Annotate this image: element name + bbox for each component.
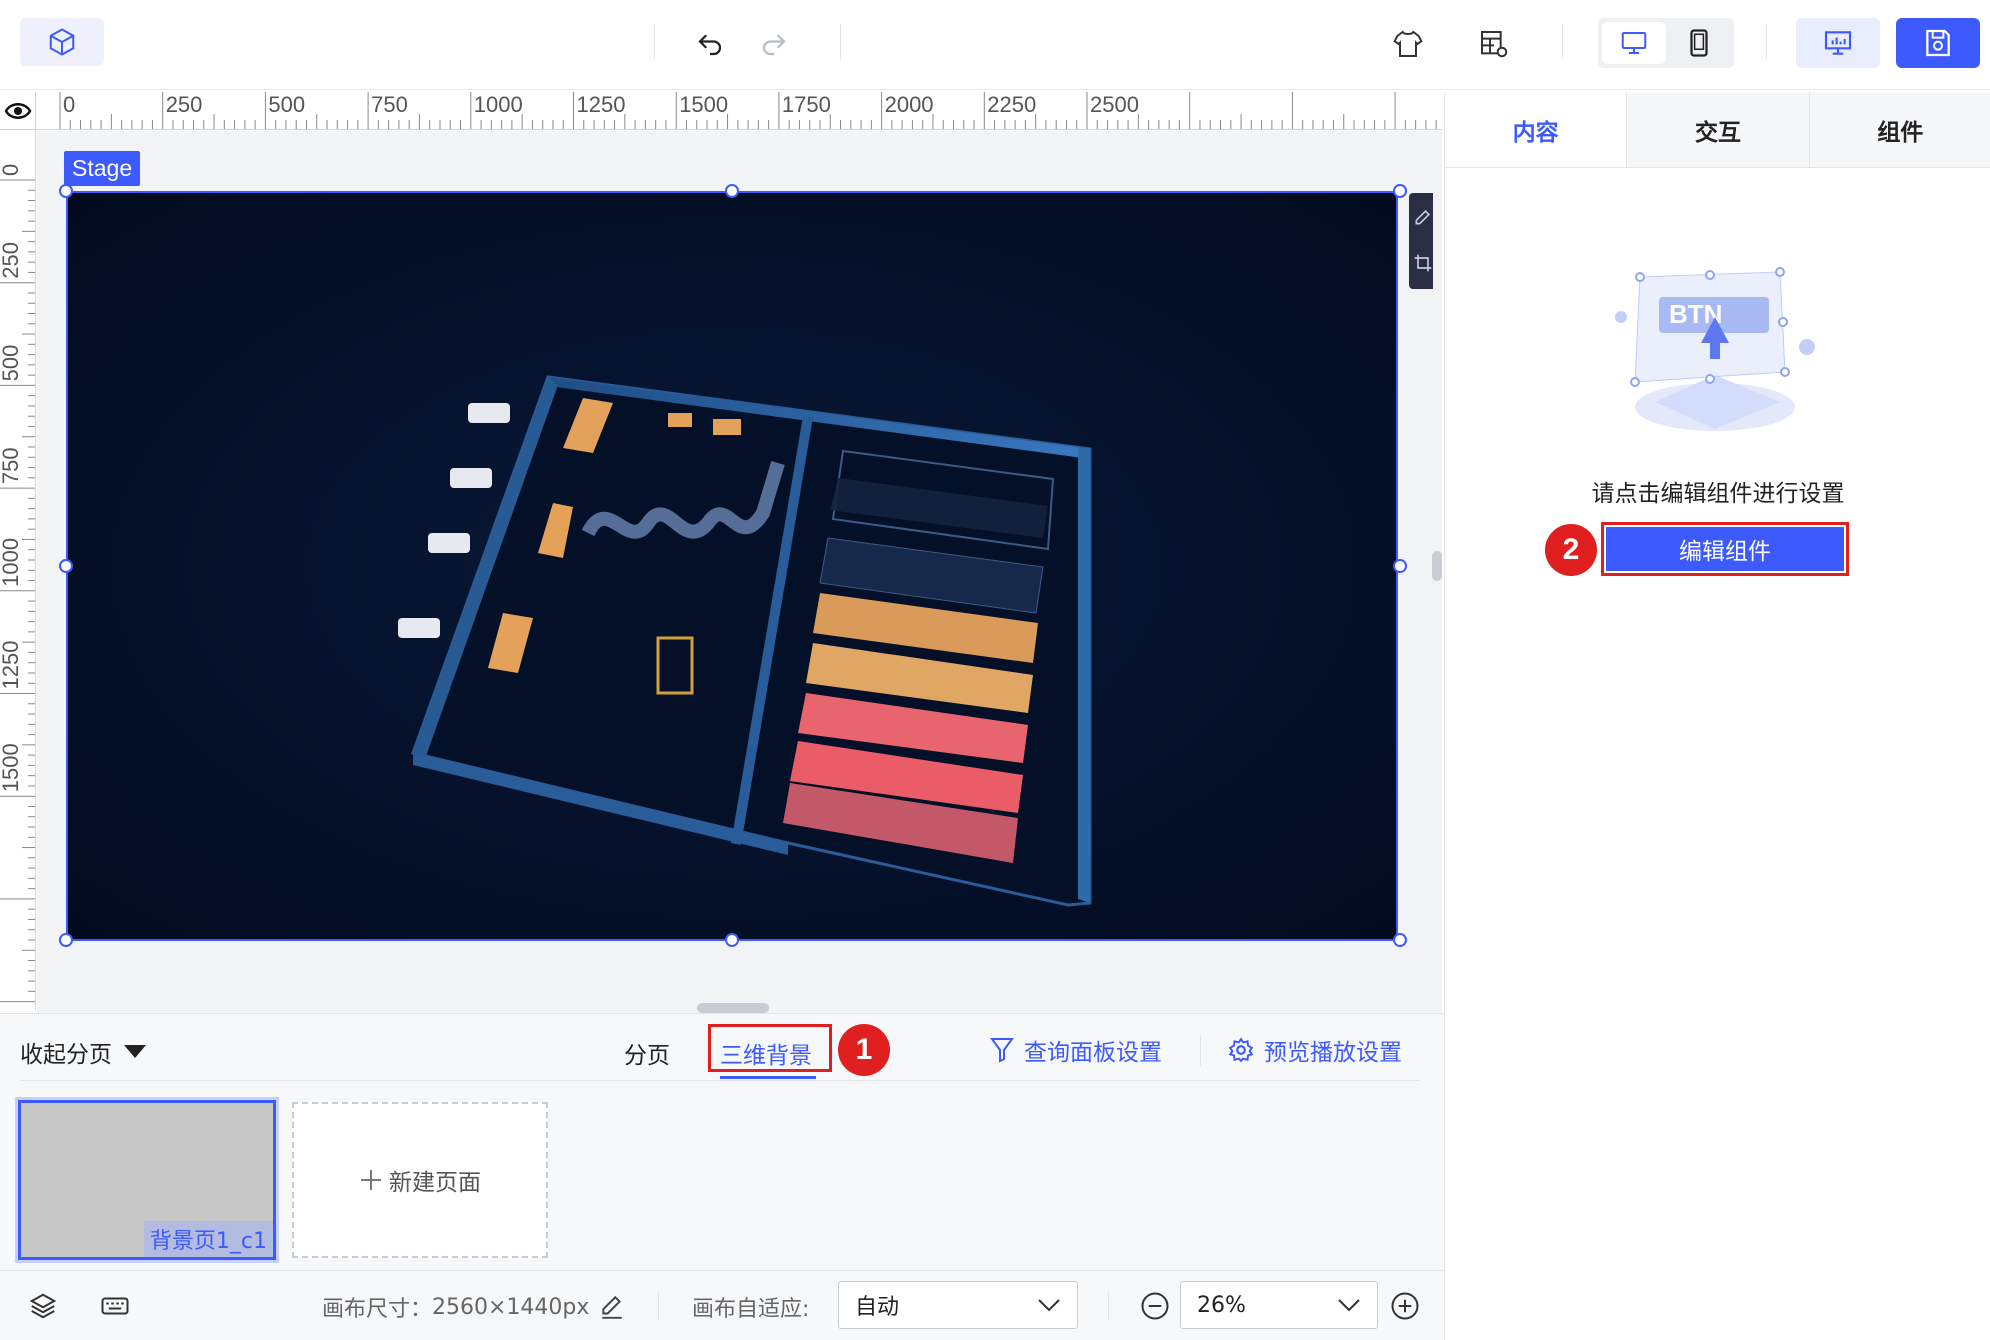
top-toolbar <box>0 0 1990 90</box>
ruler-tick-label: 750 <box>371 92 408 117</box>
horizontal-ruler: 0 250 500 750 1000 1250 1500 1750 2000 2250 2500 <box>36 92 1442 130</box>
ruler-tick-label: 250 <box>0 242 23 279</box>
logo-button[interactable] <box>20 18 104 66</box>
panel-tabs: 内容 交互 组件 <box>1445 92 1990 168</box>
zoom-select[interactable]: 26% <box>1180 1281 1378 1329</box>
empty-hint: 请点击编辑组件进行设置 <box>1591 481 1845 507</box>
warehouse-3d-scene <box>68 193 1396 939</box>
canvas-area[interactable]: Stage <box>37 131 1442 1013</box>
active-tab-underline <box>720 1076 816 1079</box>
canvas-size: 画布尺寸： 2560×1440px <box>322 1291 625 1323</box>
empty-illustration: BTN <box>1595 257 1835 457</box>
plus-icon <box>361 1170 381 1190</box>
filter-icon <box>990 1038 1014 1063</box>
ruler-tick-label: 1500 <box>679 92 728 117</box>
tab-content[interactable]: 内容 <box>1445 92 1628 167</box>
edit-component-button[interactable]: 编辑组件 <box>1606 527 1844 571</box>
tab-interaction[interactable]: 交互 <box>1627 92 1810 167</box>
status-bar: 画布尺寸： 2560×1440px 画布自适应: 自动 26% <box>0 1270 1444 1340</box>
desktop-view-button[interactable] <box>1602 22 1666 64</box>
preview-play-settings[interactable]: 预览播放设置 <box>1228 1030 1402 1070</box>
step-marker-2: 2 <box>1545 524 1597 576</box>
new-page-button[interactable]: 新建页面 <box>292 1102 548 1258</box>
ruler-tick-label: 1750 <box>782 92 831 117</box>
ruler-tick-label: 1500 <box>0 743 23 792</box>
chevron-down-icon <box>1338 1299 1360 1312</box>
query-panel-settings[interactable]: 查询面板设置 <box>990 1030 1162 1070</box>
ruler-tick-label: 250 <box>166 92 203 117</box>
crop-icon[interactable] <box>1413 253 1433 273</box>
theme-button[interactable] <box>1386 22 1430 66</box>
stage-label: Stage <box>64 151 141 186</box>
chevron-down-icon <box>1038 1299 1060 1312</box>
caret-down-icon <box>124 1045 146 1058</box>
data-settings-button[interactable] <box>1472 22 1516 66</box>
presentation-icon <box>1824 31 1852 55</box>
panel-divider <box>20 1080 1420 1081</box>
redo-icon <box>762 34 786 56</box>
shirt-icon <box>1393 30 1423 57</box>
undo-icon <box>698 34 722 56</box>
save-icon <box>1926 29 1950 57</box>
fit-label: 画布自适应: <box>692 1297 810 1322</box>
eye-icon <box>4 102 31 119</box>
ruler-tick-label: 2000 <box>885 92 934 117</box>
vertical-ruler: 0 250 500 750 1000 1250 1500 <box>0 130 36 1010</box>
tab-component[interactable]: 组件 <box>1810 92 1990 167</box>
layers-icon[interactable] <box>28 1291 58 1321</box>
desktop-icon <box>1621 32 1647 54</box>
ruler-tick-label: 2250 <box>987 92 1036 117</box>
ruler-tick-label: 500 <box>268 92 305 117</box>
fit-select[interactable]: 自动 <box>838 1281 1078 1329</box>
ruler-tick-label: 2500 <box>1090 92 1139 117</box>
tab-pages[interactable]: 分页 <box>624 1036 670 1070</box>
vertical-scrollbar[interactable] <box>1432 551 1442 581</box>
save-button[interactable] <box>1896 18 1980 68</box>
preview-button[interactable] <box>1796 18 1880 68</box>
ruler-ticks: 0 250 500 750 1000 1250 1500 1750 2000 2250 2500 <box>59 92 1437 129</box>
ruler-tick-label: 0 <box>0 164 23 176</box>
gear-icon <box>1228 1037 1254 1063</box>
undo-button[interactable] <box>688 24 732 64</box>
collapse-pages-toggle[interactable]: 收起分页 <box>20 1032 146 1072</box>
mobile-icon <box>1690 29 1708 57</box>
pages-panel: 收起分页 分页 三维背景 1 查询面板设置 预览播放设置 背景页1_c1 新建页… <box>0 1013 1444 1270</box>
visibility-toggle[interactable] <box>0 92 36 130</box>
tab-3d-background[interactable]: 三维背景 <box>720 1036 812 1070</box>
zoom-out-icon[interactable] <box>1140 1291 1170 1321</box>
edit-icon[interactable] <box>599 1294 625 1320</box>
ruler-tick-label: 500 <box>0 345 23 382</box>
ruler-tick-label: 0 <box>63 92 75 117</box>
edit-icon[interactable] <box>1413 207 1433 227</box>
stage-frame[interactable] <box>66 191 1398 941</box>
ruler-ticks: 0 250 500 750 1000 1250 1500 <box>0 164 35 1003</box>
page-thumbnail[interactable]: 背景页1_c1 <box>18 1100 276 1260</box>
keyboard-icon[interactable] <box>100 1291 130 1321</box>
ruler-tick-label: 1000 <box>474 92 523 117</box>
mobile-view-button[interactable] <box>1668 22 1730 64</box>
properties-panel: 内容 交互 组件 BTN 请点击编辑组件进行设置 2 编辑组件 <box>1444 92 1990 1340</box>
cube-icon <box>49 28 75 56</box>
ruler-tick-label: 1000 <box>0 538 23 587</box>
table-settings-icon <box>1481 31 1508 58</box>
page-thumbnail-label: 背景页1_c1 <box>143 1221 273 1257</box>
stage-side-toolbar[interactable] <box>1409 193 1433 289</box>
ruler-tick-label: 750 <box>0 447 23 484</box>
ruler-tick-label: 1250 <box>577 92 626 117</box>
ruler-tick-label: 1250 <box>0 641 23 690</box>
step-marker-1: 1 <box>838 1024 890 1076</box>
zoom-in-icon[interactable] <box>1390 1291 1420 1321</box>
redo-button[interactable] <box>752 24 796 64</box>
collapse-pages-label: 收起分页 <box>20 1042 112 1068</box>
horizontal-scrollbar[interactable] <box>697 1003 769 1013</box>
